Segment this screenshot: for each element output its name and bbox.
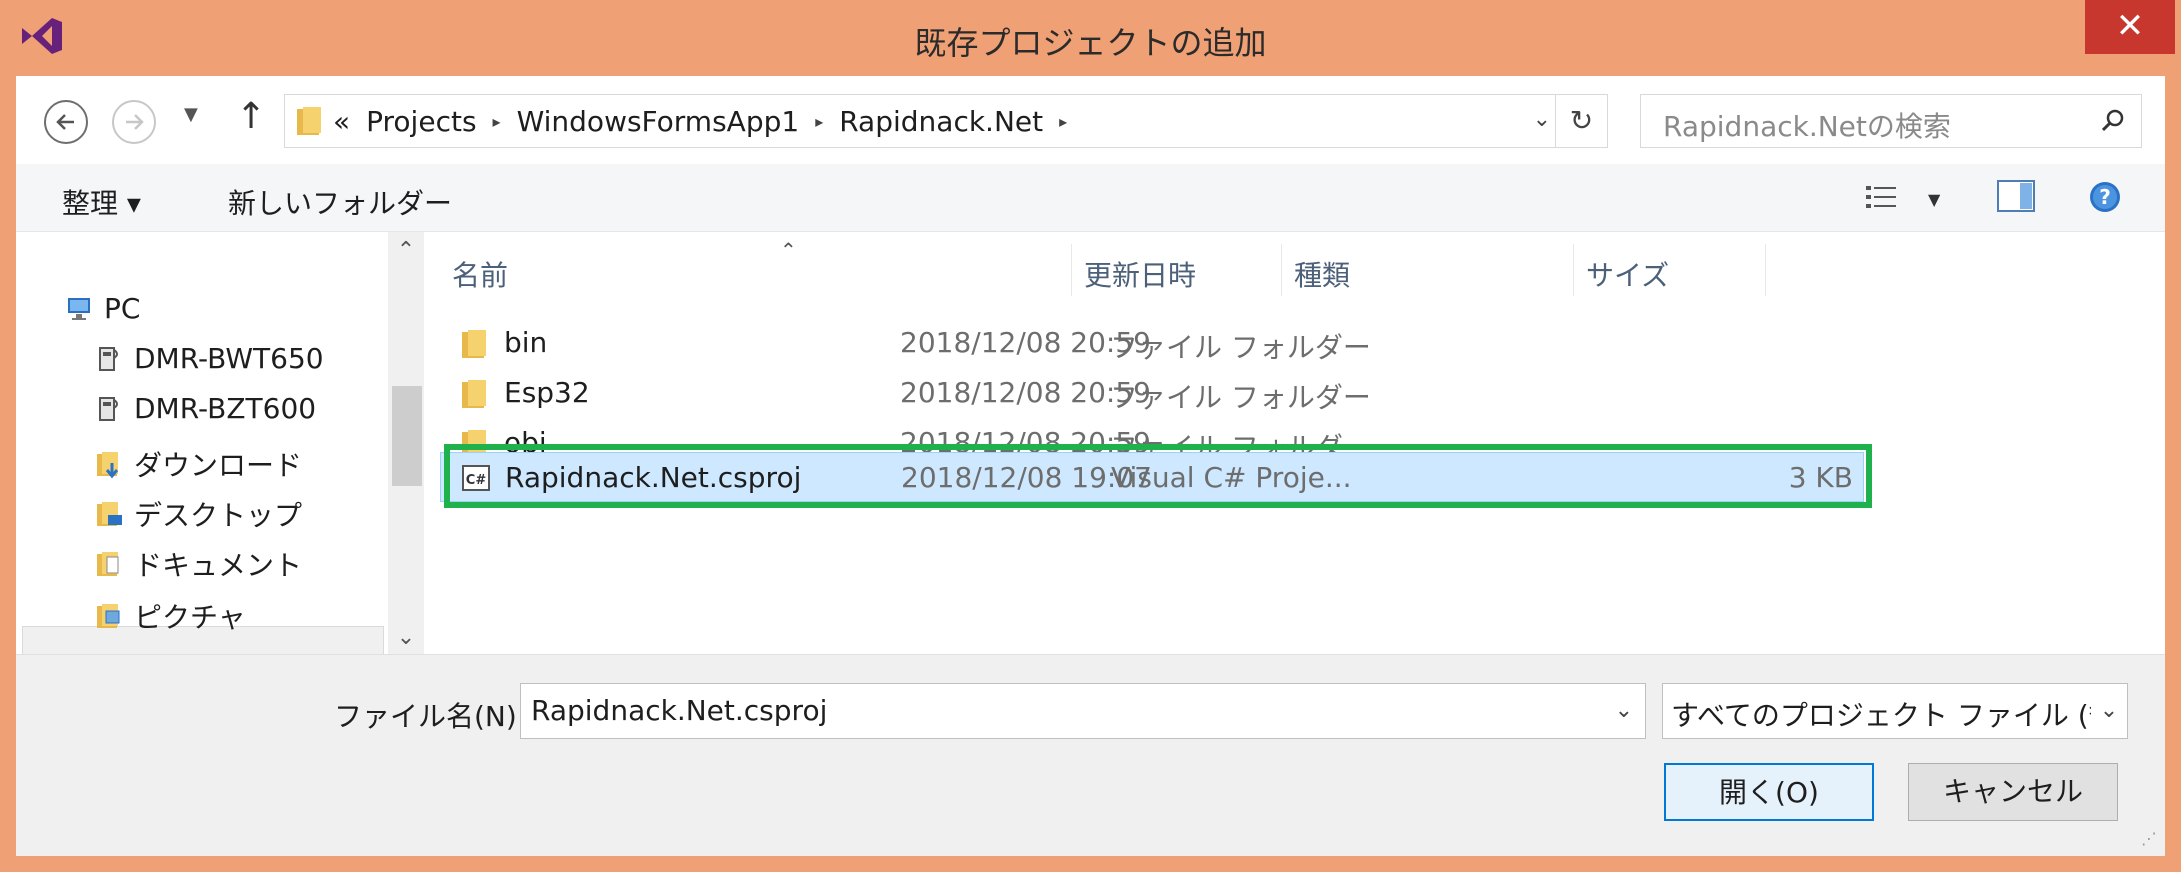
breadcrumb-windowsformsapp1[interactable]: WindowsFormsApp1 [517, 105, 800, 138]
command-toolbar: 整理 ▾ 新しいフォルダー ▼ ? [16, 164, 2165, 232]
search-icon [2101, 109, 2124, 132]
column-header-date[interactable]: 更新日時 [1072, 244, 1282, 296]
dialog-footer: ファイル名(N): Rapidnack.Net.csproj ⌄ すべてのプロジ… [16, 654, 2165, 856]
address-bar[interactable]: « Projects ▸ WindowsFormsApp1 ▸ Rapidnac… [284, 94, 1608, 148]
folder-icon [462, 380, 486, 408]
file-row-esp32[interactable]: Esp32 2018/12/08 20:59 ファイル フォルダー [440, 368, 1864, 418]
csproj-icon: C# [462, 465, 490, 491]
documents-folder-icon [97, 552, 119, 576]
preview-pane-icon[interactable] [1996, 178, 2036, 214]
search-placeholder: Rapidnack.Netの検索 [1663, 110, 1951, 143]
nav-scrollbar[interactable]: ⌃ ⌄ [388, 232, 424, 654]
file-name: Rapidnack.Net.csproj [505, 461, 802, 494]
nav-item-dmr-bzt600[interactable]: DMR-BZT600 [94, 392, 316, 425]
nav-item-label: デスクトップ [134, 499, 303, 532]
breadcrumb-rapidnack-net[interactable]: Rapidnack.Net [839, 105, 1043, 138]
filetype-select[interactable]: すべてのプロジェクト ファイル (*.csp ⌄ [1662, 683, 2128, 739]
downloads-folder-icon [97, 452, 119, 479]
breadcrumb: « Projects ▸ WindowsFormsApp1 ▸ Rapidnac… [333, 105, 1067, 138]
window-title: 既存プロジェクトの追加 [914, 24, 1267, 62]
organize-button[interactable]: 整理 ▾ [62, 182, 141, 222]
file-type: ファイル フォルダー [1110, 331, 1371, 364]
close-button[interactable]: ✕ [2085, 0, 2175, 54]
sort-ascending-icon: ⌃ [780, 238, 797, 262]
column-header-name[interactable]: 名前 ⌃ [440, 238, 1072, 296]
new-folder-button[interactable]: 新しいフォルダー [228, 182, 452, 222]
column-header-size[interactable]: サイズ [1574, 244, 1766, 296]
column-header-label: サイズ [1586, 259, 1670, 292]
open-button[interactable]: 開く(O) [1664, 763, 1874, 821]
address-row: ▼ ↑ « Projects ▸ WindowsFormsApp1 ▸ Rapi… [16, 76, 2165, 164]
nav-item-dmr-bwt650[interactable]: DMR-BWT650 [94, 342, 324, 375]
view-options-dropdown[interactable]: ▼ [1928, 190, 1940, 209]
nav-item-label: ダウンロード [134, 449, 303, 482]
file-list: 名前 ⌃ 更新日時 種類 サイズ bin 2018/12/08 20:59 ファ… [424, 232, 2165, 654]
dialog-client: ▼ ↑ « Projects ▸ WindowsFormsApp1 ▸ Rapi… [16, 76, 2165, 856]
recent-locations-dropdown[interactable]: ▼ [184, 104, 198, 125]
nav-item-desktop[interactable]: デスクトップ [94, 494, 302, 534]
search-input[interactable]: Rapidnack.Netの検索 [1640, 94, 2142, 148]
filetype-value: すべてのプロジェクト ファイル (*.csp [1671, 699, 2128, 732]
breadcrumb-separator[interactable]: ▸ [493, 112, 501, 131]
file-type: Visual C# Proje... [1111, 461, 1352, 494]
file-name: Esp32 [504, 376, 590, 409]
nav-item-downloads[interactable]: ダウンロード [94, 444, 302, 484]
address-history-dropdown[interactable]: ⌄ [1533, 107, 1551, 132]
nav-item-label: ドキュメント [134, 549, 303, 582]
arrow-left-icon [56, 114, 74, 130]
svg-text:C#: C# [466, 473, 487, 488]
file-type: ファイル フォルダー [1110, 381, 1371, 414]
navigation-pane: PC DMR-BWT650 DMR-BZT600 ダウンロード デスクトップ ド… [16, 232, 424, 676]
chevron-down-icon[interactable]: ⌄ [2091, 684, 2127, 738]
filename-combobox[interactable]: Rapidnack.Net.csproj ⌄ [520, 683, 1646, 739]
breadcrumb-overflow[interactable]: « [333, 105, 350, 138]
file-row-csproj[interactable]: C# Rapidnack.Net.csproj 2018/12/08 19:07… [440, 452, 1864, 502]
nav-item-label: DMR-BZT600 [134, 392, 317, 425]
media-device-icon [99, 396, 118, 421]
title-bar: 既存プロジェクトの追加 ✕ [0, 0, 2181, 76]
file-name: bin [504, 326, 548, 359]
back-button[interactable] [44, 100, 88, 144]
filename-value[interactable]: Rapidnack.Net.csproj [531, 694, 827, 727]
chevron-down-icon[interactable]: ⌄ [1615, 698, 1633, 723]
column-header-type[interactable]: 種類 [1282, 244, 1574, 296]
nav-item-label: ピクチャ [134, 601, 246, 634]
svg-text:?: ? [2099, 185, 2111, 209]
folder-icon [462, 330, 486, 358]
nav-item-documents[interactable]: ドキュメント [94, 544, 302, 584]
column-header-label: 種類 [1294, 259, 1351, 292]
folder-icon [297, 107, 321, 135]
column-header-label: 名前 [452, 259, 509, 292]
nav-item-label: PC [104, 292, 141, 325]
breadcrumb-projects[interactable]: Projects [366, 105, 476, 138]
column-header-label: 更新日時 [1084, 259, 1197, 292]
breadcrumb-separator[interactable]: ▸ [815, 112, 823, 131]
nav-item-pc[interactable]: PC [64, 292, 140, 325]
arrow-right-icon [126, 114, 144, 130]
scroll-up-arrow-icon[interactable]: ⌃ [388, 238, 424, 263]
nav-item-pictures[interactable]: ピクチャ [94, 596, 246, 636]
refresh-button[interactable]: ↻ [1555, 95, 1607, 147]
forward-button[interactable] [112, 100, 156, 144]
file-row-bin[interactable]: bin 2018/12/08 20:59 ファイル フォルダー [440, 318, 1864, 368]
scroll-thumb[interactable] [392, 386, 422, 486]
file-size: 3 KB [1788, 461, 1853, 494]
desktop-folder-icon [97, 502, 122, 526]
breadcrumb-separator[interactable]: ▸ [1059, 112, 1067, 131]
pictures-folder-icon [97, 604, 120, 628]
filename-label: ファイル名(N): [334, 700, 527, 733]
media-device-icon [99, 346, 118, 371]
pc-icon [68, 297, 90, 320]
help-icon[interactable]: ? [2088, 180, 2122, 214]
view-options-icon[interactable] [1864, 182, 1900, 212]
scroll-down-arrow-icon[interactable]: ⌄ [388, 625, 424, 650]
resize-grip-icon[interactable]: ⋰ [2141, 829, 2157, 848]
nav-item-label: DMR-BWT650 [134, 342, 324, 375]
cancel-button[interactable]: キャンセル [1908, 763, 2118, 821]
up-button[interactable]: ↑ [236, 96, 266, 137]
